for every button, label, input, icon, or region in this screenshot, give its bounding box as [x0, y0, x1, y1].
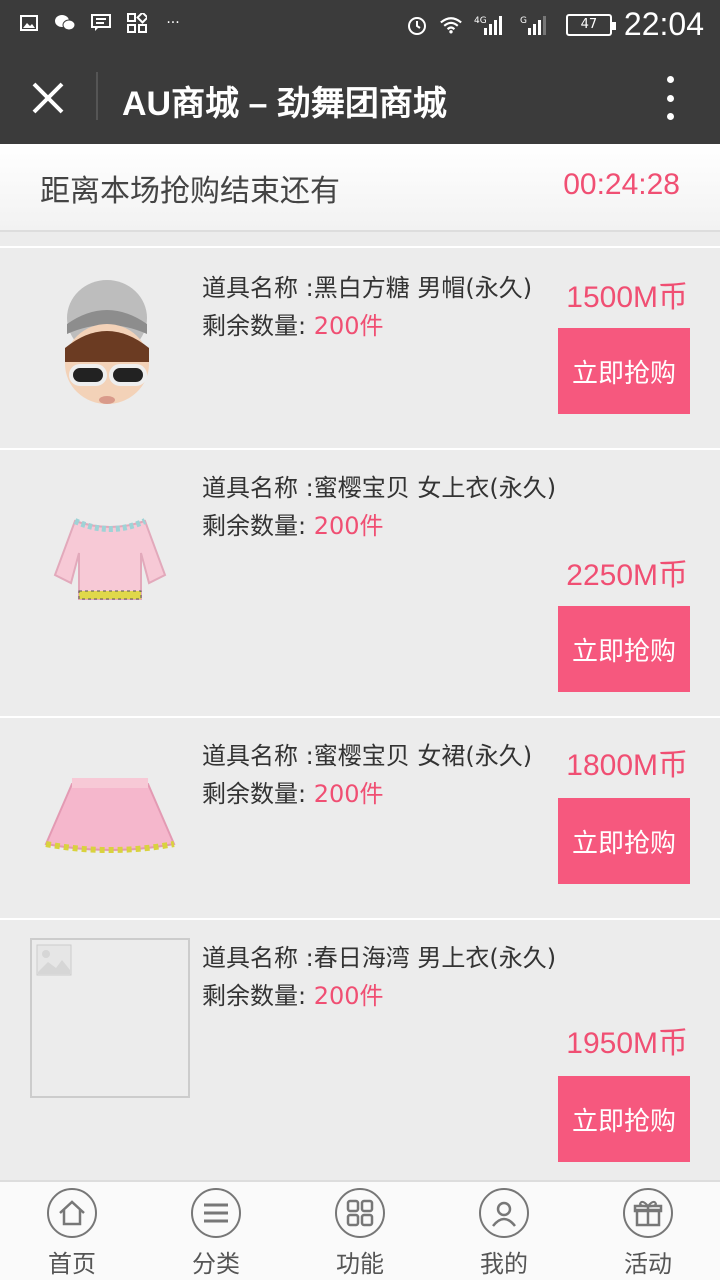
item-qty: 200件: [313, 780, 384, 808]
item-name-label: 道具名称 :: [202, 944, 314, 972]
item-qty: 200件: [313, 512, 384, 540]
list-item: 道具名称 :蜜樱宝贝 女裙(永久) 剩余数量: 200件 1800M币 立即抢购: [0, 716, 720, 910]
wifi-icon: [440, 14, 462, 36]
signal-g-icon: G: [520, 14, 554, 36]
item-qty-label: 剩余数量:: [202, 982, 307, 1010]
nav-item-function[interactable]: 功能: [288, 1182, 432, 1280]
item-name-line: 道具名称 :黑白方糖 男帽(永久): [202, 268, 532, 303]
broken-image-icon: [36, 944, 72, 976]
apps-icon: [126, 12, 148, 34]
item-thumbnail[interactable]: [30, 266, 190, 426]
status-time: 22:04: [623, 6, 704, 42]
list-item: 道具名称 :黑白方糖 男帽(永久) 剩余数量: 200件 1500M币 立即抢购: [0, 246, 720, 440]
item-price: 1500M币: [566, 281, 688, 314]
item-name-label: 道具名称 :: [202, 742, 314, 770]
image-icon: [18, 12, 40, 34]
item-qty-label: 剩余数量:: [202, 512, 307, 540]
item-name: 蜜樱宝贝 女上衣(永久): [313, 474, 557, 502]
item-qty-line: 剩余数量: 200件: [202, 976, 384, 1011]
grid-icon: [335, 1188, 385, 1238]
nav-label: 首页: [48, 1250, 96, 1278]
hat-head-image: [65, 280, 149, 404]
item-name: 黑白方糖 男帽(永久): [313, 274, 533, 302]
page-title: AU商城 – 劲舞团商城: [122, 85, 447, 123]
menu-icon: [191, 1188, 241, 1238]
item-thumbnail[interactable]: [30, 478, 190, 638]
message-icon: [90, 12, 112, 34]
nav-label: 我的: [480, 1250, 528, 1278]
status-bar: ··· 4G G 47 22:04: [0, 0, 720, 50]
item-name-line: 道具名称 :春日海湾 男上衣(永久): [202, 938, 556, 973]
buy-now-button[interactable]: 立即抢购: [558, 798, 690, 884]
signal-4g-icon: 4G: [474, 14, 508, 36]
item-price: 1950M币: [566, 1027, 688, 1060]
item-name: 蜜樱宝贝 女裙(永久): [313, 742, 533, 770]
list-item: 道具名称 :蜜樱宝贝 女上衣(永久) 剩余数量: 200件 2250M币 立即抢…: [0, 448, 720, 708]
status-right-icons: 4G G 47 22:04: [406, 6, 704, 43]
network2-text: G: [520, 16, 527, 26]
item-qty-line: 剩余数量: 200件: [202, 774, 384, 809]
nav-label: 分类: [192, 1250, 240, 1278]
close-button[interactable]: [22, 72, 74, 124]
item-name-line: 道具名称 :蜜樱宝贝 女上衣(永久): [202, 468, 556, 503]
gift-icon: [623, 1188, 673, 1238]
nav-item-activity[interactable]: 活动: [576, 1182, 720, 1280]
countdown-label: 距离本场抢购结束还有: [40, 174, 340, 209]
item-thumbnail[interactable]: [30, 734, 190, 894]
list-item: 道具名称 :春日海湾 男上衣(永久) 剩余数量: 200件 1950M币 立即抢…: [0, 918, 720, 1180]
bottom-nav: 首页 分类 功能 我的 活动: [0, 1180, 720, 1280]
wechat-icon: [54, 12, 76, 34]
home-icon: [47, 1188, 97, 1238]
status-left-icons: ···: [18, 12, 184, 34]
pink-top-image: [53, 518, 167, 600]
battery-indicator: 47: [565, 13, 616, 36]
more-vertical-icon: [666, 76, 674, 83]
pink-skirt-image: [44, 778, 176, 853]
item-name: 春日海湾 男上衣(永久): [313, 944, 557, 972]
countdown-bar: 距离本场抢购结束还有 00:24:28: [0, 144, 720, 232]
more-menu-button[interactable]: [660, 76, 680, 120]
nav-item-mine[interactable]: 我的: [432, 1182, 576, 1280]
buy-now-button[interactable]: 立即抢购: [558, 328, 690, 414]
item-name-label: 道具名称 :: [202, 474, 314, 502]
alarm-icon: [406, 14, 428, 36]
buy-now-button[interactable]: 立即抢购: [558, 606, 690, 692]
item-qty: 200件: [313, 982, 384, 1010]
close-icon: [32, 82, 64, 114]
nav-item-category[interactable]: 分类: [144, 1182, 288, 1280]
title-divider: [96, 72, 98, 120]
item-price: 2250M币: [566, 559, 688, 592]
network1-text: 4G: [474, 16, 487, 26]
user-icon: [479, 1188, 529, 1238]
title-bar: AU商城 – 劲舞团商城: [0, 50, 720, 144]
nav-label: 功能: [336, 1250, 384, 1278]
buy-now-button[interactable]: 立即抢购: [558, 1076, 690, 1162]
nav-label: 活动: [624, 1250, 672, 1278]
item-thumbnail[interactable]: [30, 938, 190, 1098]
item-qty-label: 剩余数量:: [202, 780, 307, 808]
item-name-label: 道具名称 :: [202, 274, 314, 302]
more-dots-icon: ···: [166, 15, 180, 31]
item-qty-line: 剩余数量: 200件: [202, 306, 384, 341]
countdown-timer: 00:24:28: [563, 168, 680, 201]
item-name-line: 道具名称 :蜜樱宝贝 女裙(永久): [202, 736, 532, 771]
item-qty: 200件: [313, 312, 384, 340]
nav-item-home[interactable]: 首页: [0, 1182, 144, 1280]
item-price: 1800M币: [566, 749, 688, 782]
item-qty-line: 剩余数量: 200件: [202, 506, 384, 541]
item-qty-label: 剩余数量:: [202, 312, 307, 340]
